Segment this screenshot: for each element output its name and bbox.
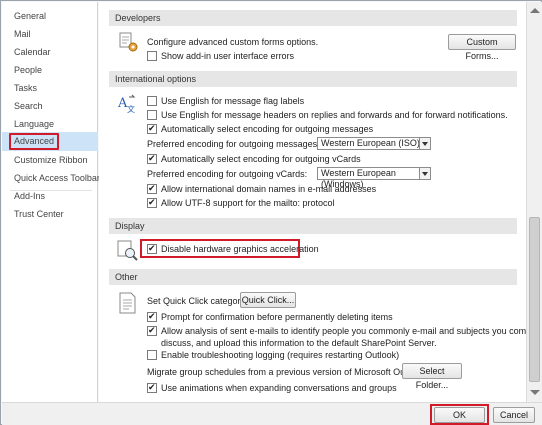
- sidebar-item-label: Search: [14, 101, 43, 111]
- utf8-mailto-label: Allow UTF-8 support for the mailto: prot…: [161, 198, 335, 208]
- quick-click-button[interactable]: Quick Click...: [240, 292, 296, 308]
- troubleshooting-row[interactable]: Enable troubleshooting logging (requires…: [147, 349, 417, 361]
- prompt-delete-checkbox[interactable]: [147, 311, 157, 323]
- utf8-mailto-row[interactable]: Allow UTF-8 support for the mailto: prot…: [147, 197, 397, 209]
- chevron-down-icon[interactable]: [419, 138, 430, 149]
- outlook-options-dialog: General Mail Calendar People Tasks Searc…: [0, 0, 542, 425]
- intl-domain-label: Allow international domain names in e-ma…: [161, 184, 377, 194]
- custom-forms-button[interactable]: Custom Forms...: [448, 34, 516, 61]
- preferred-outgoing-label: Preferred encoding for outgoing messages…: [147, 139, 320, 149]
- options-sidebar: General Mail Calendar People Tasks Searc…: [2, 2, 100, 402]
- animations-row[interactable]: Use animations when expanding conversati…: [147, 382, 417, 394]
- international-language-icon: A 文: [117, 94, 136, 114]
- sidebar-item-label: Mail: [14, 29, 31, 39]
- auto-encoding-vcards-checkbox[interactable]: [147, 153, 157, 165]
- sidebar-item-quick-access-toolbar[interactable]: Quick Access Toolbar: [2, 170, 100, 187]
- english-headers-row[interactable]: Use English for message headers on repli…: [147, 109, 517, 121]
- vcards-encoding-select[interactable]: Western European (Windows): [317, 167, 431, 189]
- sidebar-item-customize-ribbon[interactable]: Customize Ribbon: [2, 152, 98, 169]
- outgoing-encoding-value: Western European (ISO): [321, 138, 420, 148]
- chevron-down-icon[interactable]: [419, 168, 430, 179]
- analysis-checkbox[interactable]: [147, 325, 157, 337]
- section-header-display: Display: [109, 218, 517, 234]
- dialog-footer: OK Cancel: [2, 402, 542, 425]
- disable-hw-accel-checkbox[interactable]: [147, 243, 157, 255]
- svg-text:文: 文: [127, 104, 135, 114]
- outgoing-encoding-select[interactable]: Western European (ISO): [317, 137, 431, 150]
- addin-errors-checkbox[interactable]: [147, 51, 157, 61]
- sidebar-item-search[interactable]: Search: [2, 98, 98, 115]
- custom-forms-text-row: Configure advanced custom forms options.: [147, 36, 377, 48]
- analysis-label-line1: Allow analysis of sent e-mails to identi…: [161, 326, 526, 336]
- preferred-vcards-row: Preferred encoding for outgoing vCards:: [147, 168, 317, 180]
- prompt-delete-row[interactable]: Prompt for confirmation before permanent…: [147, 311, 417, 323]
- sidebar-item-trust-center[interactable]: Trust Center: [2, 206, 98, 223]
- english-headers-label: Use English for message headers on repli…: [161, 110, 508, 120]
- english-flag-label: Use English for message flag labels: [161, 96, 305, 106]
- custom-forms-description: Configure advanced custom forms options.: [147, 37, 319, 47]
- sidebar-item-mail[interactable]: Mail: [2, 26, 98, 43]
- sidebar-item-label: Tasks: [14, 83, 38, 93]
- auto-encoding-vcards-label: Automatically select encoding for outgoi…: [161, 154, 361, 164]
- sidebar-item-label: General: [14, 11, 47, 21]
- other-document-icon: [119, 292, 136, 314]
- ok-button[interactable]: OK: [434, 407, 485, 423]
- scroll-up-arrow-icon[interactable]: [530, 8, 540, 13]
- analysis-row[interactable]: Allow analysis of sent e-mails to identi…: [147, 325, 526, 349]
- sidebar-item-advanced[interactable]: Advanced: [2, 132, 98, 151]
- auto-encoding-outgoing-checkbox[interactable]: [147, 123, 157, 135]
- sidebar-item-calendar[interactable]: Calendar: [2, 44, 98, 61]
- quick-click-row: Set Quick Click category:: [147, 295, 248, 307]
- disable-hw-accel-row[interactable]: Disable hardware graphics acceleration: [147, 243, 319, 255]
- disable-hw-accel-label: Disable hardware graphics acceleration: [161, 244, 319, 254]
- english-flag-checkbox[interactable]: [147, 96, 157, 106]
- sidebar-item-label: Advanced: [9, 133, 60, 150]
- intl-domain-row[interactable]: Allow international domain names in e-ma…: [147, 183, 397, 195]
- english-headers-checkbox[interactable]: [147, 110, 157, 120]
- options-content: Developers Configure advanced custom for…: [99, 2, 526, 402]
- sidebar-item-label: Customize Ribbon: [14, 155, 88, 165]
- section-header-developers: Developers: [109, 10, 517, 26]
- addin-errors-label: Show add-in user interface errors: [161, 51, 295, 61]
- select-folder-button[interactable]: Select Folder...: [402, 363, 462, 390]
- quick-click-label: Set Quick Click category:: [147, 296, 248, 306]
- addin-errors-row[interactable]: Show add-in user interface errors: [147, 50, 367, 62]
- content-scrollbar[interactable]: [526, 2, 542, 402]
- sidebar-item-label: Language: [14, 119, 55, 129]
- sidebar-item-tasks[interactable]: Tasks: [2, 80, 98, 97]
- utf8-mailto-checkbox[interactable]: [147, 197, 157, 209]
- sidebar-item-label: Quick Access Toolbar: [14, 173, 100, 183]
- sidebar-item-language[interactable]: Language: [2, 116, 98, 133]
- sidebar-item-people[interactable]: People: [2, 62, 98, 79]
- sidebar-item-label: People: [14, 65, 43, 75]
- auto-encoding-outgoing-label: Automatically select encoding for outgoi…: [161, 124, 374, 134]
- auto-encoding-outgoing-row[interactable]: Automatically select encoding for outgoi…: [147, 123, 397, 135]
- sidebar-item-label: Calendar: [14, 47, 51, 57]
- scroll-thumb[interactable]: [529, 217, 540, 382]
- custom-forms-gear-icon: [119, 32, 138, 52]
- cancel-button[interactable]: Cancel: [493, 407, 535, 423]
- sidebar-item-label: Trust Center: [14, 209, 64, 219]
- sidebar-item-label: Add-Ins: [14, 191, 46, 201]
- preferred-vcards-label: Preferred encoding for outgoing vCards:: [147, 169, 308, 179]
- migrate-row: Migrate group schedules from a previous …: [147, 366, 427, 378]
- auto-encoding-vcards-row[interactable]: Automatically select encoding for outgoi…: [147, 153, 397, 165]
- animations-checkbox[interactable]: [147, 382, 157, 394]
- migrate-label: Migrate group schedules from a previous …: [147, 367, 427, 377]
- scroll-down-arrow-icon[interactable]: [530, 390, 540, 395]
- section-header-other: Other: [109, 269, 517, 285]
- analysis-label-line2: discuss, and upload this information to …: [161, 338, 437, 348]
- sidebar-item-general[interactable]: General: [2, 8, 98, 25]
- prompt-delete-label: Prompt for confirmation before permanent…: [161, 312, 393, 322]
- display-magnifier-icon: [117, 240, 138, 261]
- english-flag-row[interactable]: Use English for message flag labels: [147, 95, 347, 107]
- sidebar-item-add-ins[interactable]: Add-Ins: [2, 188, 98, 205]
- troubleshooting-checkbox[interactable]: [147, 350, 157, 360]
- intl-domain-checkbox[interactable]: [147, 183, 157, 195]
- animations-label: Use animations when expanding conversati…: [161, 383, 397, 393]
- troubleshooting-label: Enable troubleshooting logging (requires…: [161, 350, 400, 360]
- section-header-international: International options: [109, 71, 517, 87]
- preferred-outgoing-row: Preferred encoding for outgoing messages…: [147, 138, 320, 150]
